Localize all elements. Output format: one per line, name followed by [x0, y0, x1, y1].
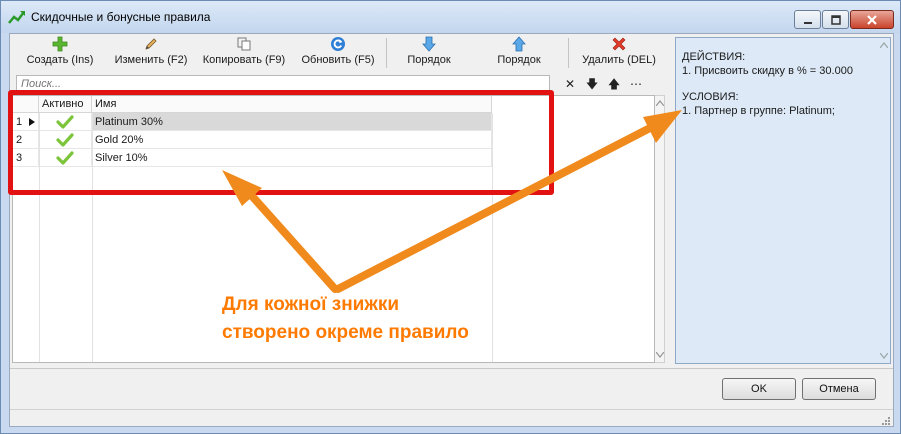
action-item: 1. Присвоить скидку в % = 30.000: [682, 65, 853, 77]
ok-button[interactable]: OK: [722, 378, 796, 400]
pencil-icon: [145, 38, 157, 50]
dialog-button-bar: OK Отмена: [10, 368, 893, 426]
annotation-text-line2: створено окреме правило: [222, 322, 469, 343]
scroll-down-icon: [880, 353, 888, 359]
actions-header: ДЕЙСТВИЯ:: [682, 51, 746, 63]
scroll-down-icon: [656, 352, 664, 358]
copy-icon: [237, 37, 251, 51]
status-bar: [10, 409, 893, 427]
annotation-text-line1: Для кожної знижки: [222, 294, 400, 315]
move-down-icon[interactable]: 🡇: [584, 76, 600, 92]
highlight-box: [8, 90, 554, 195]
condition-item: 1. Партнер в группе: Platinum;: [682, 105, 835, 117]
edit-button-label: Изменить (F2): [114, 54, 188, 66]
rule-details-pane: ДЕЙСТВИЯ: 1. Присвоить скидку в % = 30.0…: [675, 37, 891, 364]
edit-button[interactable]: Изменить (F2): [110, 36, 192, 70]
clear-search-icon[interactable]: ✕: [562, 76, 578, 92]
cancel-button[interactable]: Отмена: [802, 378, 876, 400]
copy-button[interactable]: Копировать (F9): [196, 36, 292, 70]
delete-x-icon: [612, 37, 626, 51]
move-up-icon[interactable]: 🡅: [606, 76, 622, 92]
minimize-button[interactable]: [794, 10, 821, 29]
conditions-header: УСЛОВИЯ:: [682, 91, 739, 103]
scroll-up-icon: [656, 100, 664, 106]
rules-list-pane: Создать (Ins) Изменить (F2) Копировать (…: [10, 34, 667, 366]
more-options-icon[interactable]: ⋯: [628, 76, 644, 92]
delete-button[interactable]: Удалить (DEL): [576, 36, 662, 70]
delete-button-label: Удалить (DEL): [582, 54, 656, 66]
toolbar-separator: [386, 38, 387, 68]
details-vertical-scrollbar[interactable]: [879, 39, 889, 362]
close-icon: [867, 14, 877, 25]
table-vertical-scrollbar[interactable]: [655, 95, 665, 363]
discount-trend-icon: [8, 11, 25, 24]
arrow-down-icon: [422, 36, 436, 52]
title-bar[interactable]: Скидочные и бонусные правила: [1, 1, 900, 33]
close-button[interactable]: [850, 10, 894, 29]
order-up-label: Порядок: [497, 54, 541, 66]
window-title: Скидочные и бонусные правила: [31, 10, 211, 24]
scroll-up-icon: [880, 42, 888, 48]
dialog-window: Скидочные и бонусные правила Создать (In…: [0, 0, 901, 434]
refresh-button-label: Обновить (F5): [301, 54, 375, 66]
arrow-up-icon: [512, 36, 526, 52]
copy-button-label: Копировать (F9): [202, 54, 286, 66]
maximize-button[interactable]: [822, 10, 849, 29]
order-down-button[interactable]: Порядок: [394, 36, 464, 70]
create-button-label: Создать (Ins): [26, 54, 94, 66]
order-down-label: Порядок: [407, 54, 451, 66]
create-button[interactable]: Создать (Ins): [14, 36, 106, 70]
refresh-button[interactable]: Обновить (F5): [294, 36, 382, 70]
resize-grip-icon[interactable]: [880, 415, 890, 425]
plus-icon: [52, 36, 68, 52]
maximize-icon: [830, 14, 841, 25]
toolbar-separator: [568, 38, 569, 68]
refresh-icon: [331, 37, 345, 51]
order-up-button[interactable]: Порядок: [484, 36, 554, 70]
minimize-icon: [803, 21, 812, 24]
toolbar: Создать (Ins) Изменить (F2) Копировать (…: [10, 34, 667, 72]
